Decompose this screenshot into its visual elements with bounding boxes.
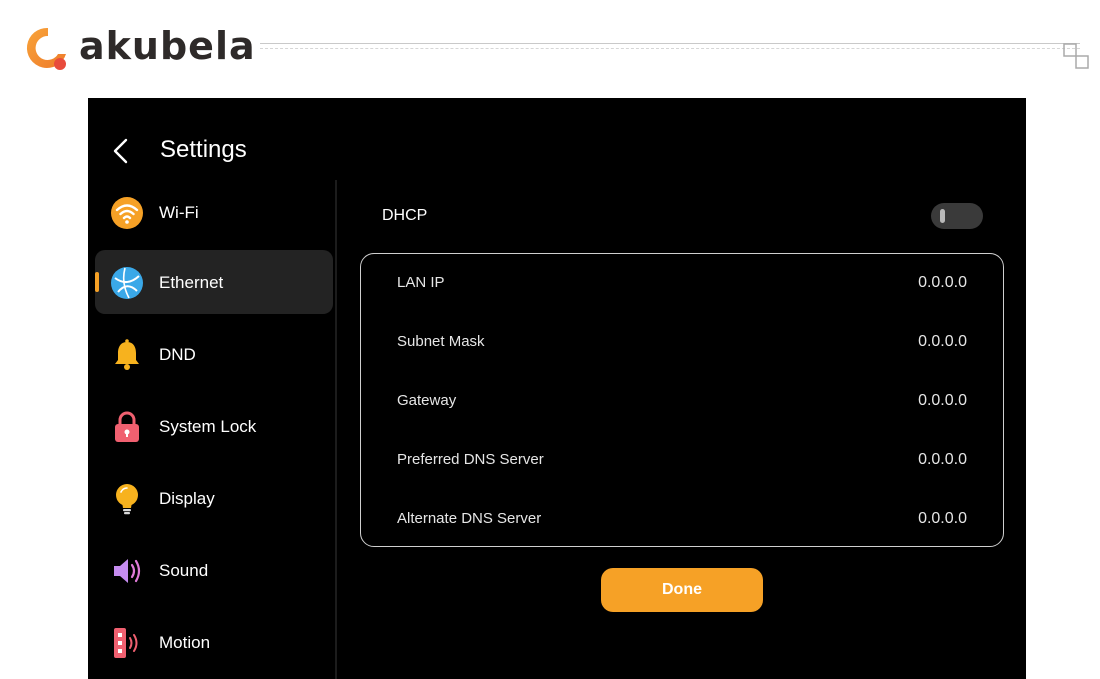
sidebar-item-dnd[interactable]: DND bbox=[95, 322, 333, 386]
akubela-logo-icon bbox=[26, 27, 66, 70]
ethernet-globe-icon bbox=[111, 267, 143, 299]
sidebar-item-label: Motion bbox=[159, 633, 211, 652]
page-title: Settings bbox=[160, 136, 247, 163]
sidebar-item-display[interactable]: Display bbox=[95, 466, 333, 530]
dhcp-toggle[interactable] bbox=[931, 203, 983, 229]
sidebar-item-system-lock[interactable]: System Lock bbox=[95, 394, 333, 458]
sidebar-item-ethernet[interactable]: Ethernet bbox=[95, 250, 333, 314]
done-button[interactable]: Done bbox=[601, 568, 763, 612]
dhcp-toggle-knob bbox=[940, 209, 945, 223]
row-label: Subnet Mask bbox=[397, 333, 485, 350]
sidebar-item-sound[interactable]: Sound bbox=[95, 538, 333, 602]
sidebar-item-label: Display bbox=[159, 489, 215, 508]
corner-squares-icon bbox=[1063, 43, 1089, 69]
row-value: 0.0.0.0 bbox=[918, 510, 967, 527]
dhcp-label: DHCP bbox=[382, 207, 428, 224]
settings-sidebar: Wi-Fi Ethernet DND System Lock Display S… bbox=[88, 180, 336, 679]
preferred-dns-row[interactable]: Preferred DNS Server 0.0.0.0 bbox=[361, 435, 1003, 485]
row-label: Gateway bbox=[397, 392, 457, 409]
settings-screen: Settings Wi-Fi Ethernet DND System Lock … bbox=[88, 98, 1026, 679]
lock-icon bbox=[115, 411, 139, 442]
row-label: LAN IP bbox=[397, 274, 445, 291]
brand-header: akubela bbox=[22, 18, 1097, 78]
row-label: Preferred DNS Server bbox=[397, 451, 544, 468]
alternate-dns-row[interactable]: Alternate DNS Server 0.0.0.0 bbox=[361, 494, 1003, 544]
bell-icon bbox=[115, 339, 139, 370]
sidebar-divider bbox=[335, 180, 337, 679]
motion-sensor-icon bbox=[114, 628, 138, 658]
gateway-row[interactable]: Gateway 0.0.0.0 bbox=[361, 376, 1003, 426]
sidebar-item-label: Wi-Fi bbox=[159, 203, 199, 222]
sidebar-item-label: Ethernet bbox=[159, 273, 224, 292]
sidebar-item-label: DND bbox=[159, 345, 196, 364]
row-value: 0.0.0.0 bbox=[918, 274, 967, 291]
row-label: Alternate DNS Server bbox=[397, 510, 542, 527]
sidebar-item-label: System Lock bbox=[159, 417, 257, 436]
sidebar-item-label: Sound bbox=[159, 561, 209, 580]
sidebar-item-wifi[interactable]: Wi-Fi bbox=[95, 180, 333, 244]
row-value: 0.0.0.0 bbox=[918, 333, 967, 350]
active-indicator bbox=[95, 272, 99, 292]
sidebar-item-motion[interactable]: Motion bbox=[95, 610, 333, 674]
row-value: 0.0.0.0 bbox=[918, 451, 967, 468]
back-chevron-icon[interactable] bbox=[110, 138, 132, 164]
subnet-mask-row[interactable]: Subnet Mask 0.0.0.0 bbox=[361, 317, 1003, 367]
lan-ip-row[interactable]: LAN IP 0.0.0.0 bbox=[361, 258, 1003, 308]
brand-name: akubela bbox=[79, 24, 256, 68]
speaker-icon bbox=[114, 559, 141, 583]
wifi-icon bbox=[111, 197, 143, 229]
header-divider bbox=[260, 43, 1080, 49]
row-value: 0.0.0.0 bbox=[918, 392, 967, 409]
network-settings-panel: LAN IP 0.0.0.0 Subnet Mask 0.0.0.0 Gatew… bbox=[360, 253, 1004, 547]
lightbulb-icon bbox=[116, 484, 138, 515]
